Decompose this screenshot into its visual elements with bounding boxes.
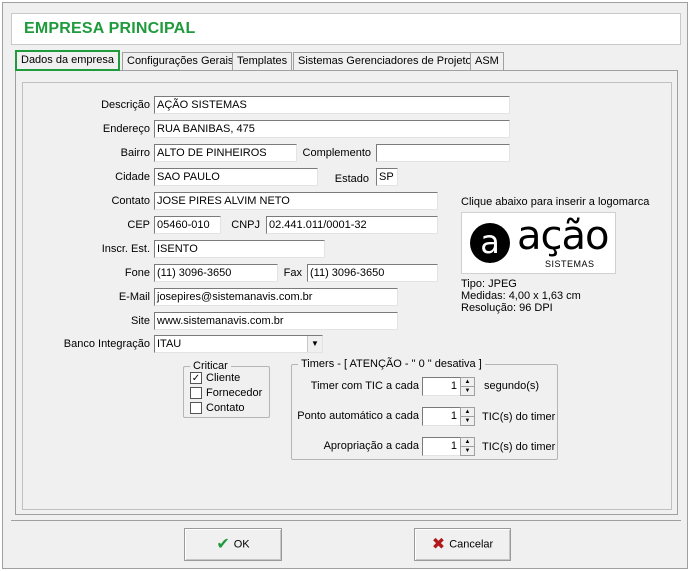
cidade-label: Cidade <box>115 171 150 183</box>
bottom-separator <box>11 520 681 521</box>
timer-tic-value[interactable]: 1 <box>422 377 460 396</box>
chevron-down-icon[interactable]: ▼ <box>461 386 474 394</box>
complemento-label: Complemento <box>302 147 371 159</box>
fone-field[interactable]: (11) 3096-3650 <box>154 264 278 282</box>
timer-tic-label: Timer com TIC a cada <box>310 380 419 392</box>
descricao-label: Descrição <box>101 99 150 111</box>
check-icon: ✔ <box>216 536 230 553</box>
ponto-automatico-label: Ponto automático a cada <box>297 410 419 422</box>
cep-label: CEP <box>127 219 150 231</box>
x-icon: ✖ <box>431 536 446 553</box>
logo-medidas: Medidas: 4,00 x 1,63 cm <box>461 290 581 302</box>
contato-check-label: Contato <box>206 402 245 414</box>
cep-field[interactable]: 05460-010 <box>154 216 221 234</box>
chevron-down-icon[interactable]: ▼ <box>461 446 474 454</box>
criticar-group: Criticar ✓ Cliente Fornecedor Contato <box>183 359 270 418</box>
fone-label: Fone <box>124 267 150 279</box>
ponto-automatico-value[interactable]: 1 <box>422 407 460 426</box>
logo-mark: a <box>470 223 510 263</box>
site-field[interactable]: www.sistemanavis.com.br <box>154 312 398 330</box>
tab-templates[interactable]: Templates <box>232 52 293 70</box>
chevron-up-icon[interactable]: ▲ <box>461 378 474 386</box>
apropriacao-unit: TIC(s) do timer <box>482 441 556 453</box>
cnpj-label: CNPJ <box>231 219 260 231</box>
chevron-down-icon[interactable]: ▼ <box>307 336 322 352</box>
apropriacao-value[interactable]: 1 <box>422 437 460 456</box>
estado-field[interactable]: SP <box>376 168 398 186</box>
ponto-automatico-unit: TIC(s) do timer <box>482 411 556 423</box>
fornecedor-checkbox[interactable]: Fornecedor <box>190 387 262 401</box>
checkbox-box <box>190 402 202 414</box>
endereco-field[interactable]: RUA BANIBAS, 475 <box>154 120 510 138</box>
fax-field[interactable]: (11) 3096-3650 <box>307 264 438 282</box>
site-label: Site <box>131 315 150 327</box>
contato-field[interactable]: JOSE PIRES ALVIM NETO <box>154 192 438 210</box>
email-label: E-Mail <box>118 291 150 303</box>
contato-checkbox[interactable]: Contato <box>190 402 245 416</box>
logo-tipo: Tipo: JPEG <box>461 278 517 290</box>
checkbox-box <box>190 387 202 399</box>
cancel-button[interactable]: ✖ Cancelar <box>414 528 511 561</box>
tab-sistemas-gerenciadores[interactable]: Sistemas Gerenciadores de Projeto <box>293 52 477 70</box>
email-field[interactable]: josepires@sistemanavis.com.br <box>154 288 398 306</box>
logo-hint: Clique abaixo para inserir a logomarca <box>461 196 650 208</box>
fornecedor-label: Fornecedor <box>206 387 263 399</box>
tab-dados-da-empresa[interactable]: Dados da empresa <box>15 50 120 71</box>
banco-integracao-label: Banco Integração <box>63 338 150 350</box>
endereco-label: Endereço <box>102 123 150 135</box>
logo-subtitle: SISTEMAS <box>545 259 595 269</box>
logo-image[interactable]: a ação SISTEMAS <box>461 212 616 274</box>
stepper-buttons: ▲ ▼ <box>460 377 475 396</box>
logo-resolucao: Resolução: 96 DPI <box>461 302 553 314</box>
bairro-field[interactable]: ALTO DE PINHEIROS <box>154 144 297 162</box>
stepper-buttons: ▲ ▼ <box>460 407 475 426</box>
ok-button[interactable]: ✔ OK <box>184 528 282 561</box>
cliente-label: Cliente <box>206 372 241 384</box>
descricao-field[interactable]: AÇÃO SISTEMAS <box>154 96 510 114</box>
complemento-field[interactable] <box>376 144 510 162</box>
tab-configuracoes-gerais[interactable]: Configurações Gerais <box>122 52 239 70</box>
ok-label: OK <box>233 538 250 551</box>
banco-integracao-value: ITAU <box>157 338 182 350</box>
criticar-title: Criticar <box>190 359 231 373</box>
timer-tic-unit: segundo(s) <box>484 380 540 392</box>
banco-integracao-select[interactable]: ITAU ▼ <box>154 335 323 353</box>
chevron-up-icon[interactable]: ▲ <box>461 438 474 446</box>
tab-asm[interactable]: ASM <box>470 52 504 70</box>
apropriacao-label: Apropriação a cada <box>323 440 419 452</box>
bairro-label: Bairro <box>120 147 150 159</box>
cidade-field[interactable]: SAO PAULO <box>154 168 318 186</box>
title-bar: EMPRESA PRINCIPAL <box>11 13 681 45</box>
inscr-est-label: Inscr. Est. <box>101 243 150 255</box>
chevron-down-icon[interactable]: ▼ <box>461 416 474 424</box>
window-title: EMPRESA PRINCIPAL <box>24 20 196 37</box>
cancel-label: Cancelar <box>449 538 494 551</box>
logo-wordmark: ação <box>517 213 609 259</box>
cliente-checkbox[interactable]: ✓ Cliente <box>190 372 240 386</box>
chevron-up-icon[interactable]: ▲ <box>461 408 474 416</box>
cnpj-field[interactable]: 02.441.011/0001-32 <box>266 216 438 234</box>
check-icon: ✓ <box>190 372 202 384</box>
stepper-buttons: ▲ ▼ <box>460 437 475 456</box>
timers-title: Timers - [ ATENÇÃO - " 0 " desativa ] <box>298 357 485 371</box>
inscr-est-field[interactable]: ISENTO <box>154 240 325 258</box>
estado-label: Estado <box>334 173 369 185</box>
contato-label: Contato <box>111 195 150 207</box>
